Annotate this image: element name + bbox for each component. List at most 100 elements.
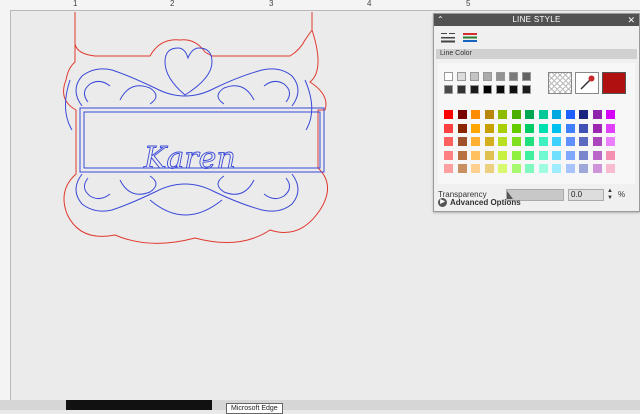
close-icon[interactable]: ✕: [627, 14, 635, 26]
gray-swatch[interactable]: [457, 85, 466, 94]
heart-outline: [164, 47, 213, 96]
color-swatch[interactable]: [471, 110, 480, 119]
color-swatch[interactable]: [538, 150, 548, 160]
gray-swatch[interactable]: [483, 85, 492, 94]
color-swatch[interactable]: [538, 110, 548, 119]
vertical-ruler: [0, 10, 11, 400]
color-swatch[interactable]: [592, 123, 602, 133]
gray-swatch[interactable]: [509, 72, 518, 81]
gray-swatch[interactable]: [444, 72, 453, 81]
color-swatch[interactable]: [444, 164, 453, 173]
color-swatch[interactable]: [484, 123, 494, 133]
color-swatch[interactable]: [444, 150, 453, 160]
ruler-mark: 1: [73, 0, 78, 8]
color-swatch[interactable]: [579, 137, 588, 146]
color-swatch[interactable]: [538, 137, 548, 146]
color-swatch[interactable]: [525, 123, 534, 133]
color-swatch[interactable]: [565, 164, 575, 173]
design-name-text[interactable]: Karen: [143, 141, 237, 177]
color-swatch[interactable]: [592, 110, 602, 119]
gray-swatch[interactable]: [457, 72, 466, 81]
gray-swatch[interactable]: [509, 85, 518, 94]
color-swatch[interactable]: [498, 164, 507, 173]
color-swatch[interactable]: [565, 123, 575, 133]
color-swatch[interactable]: [525, 150, 534, 160]
color-swatch[interactable]: [498, 123, 507, 133]
color-picker-button[interactable]: [575, 72, 599, 94]
color-swatch[interactable]: [552, 137, 561, 146]
color-swatch[interactable]: [579, 123, 588, 133]
color-swatch[interactable]: [457, 123, 467, 133]
color-swatch[interactable]: [606, 123, 615, 133]
color-swatch[interactable]: [444, 110, 453, 119]
color-swatch[interactable]: [471, 137, 480, 146]
gray-swatch[interactable]: [470, 85, 479, 94]
color-swatch[interactable]: [484, 164, 494, 173]
color-swatch[interactable]: [606, 150, 615, 160]
color-swatch[interactable]: [498, 110, 507, 119]
color-swatch[interactable]: [457, 137, 467, 146]
ornament-lines: [65, 47, 325, 216]
color-swatch[interactable]: [484, 110, 494, 119]
color-swatch[interactable]: [498, 137, 507, 146]
color-swatch[interactable]: [471, 123, 480, 133]
color-swatch[interactable]: [592, 164, 602, 173]
color-swatch[interactable]: [511, 150, 521, 160]
color-swatch[interactable]: [606, 137, 615, 146]
color-swatch[interactable]: [498, 150, 507, 160]
color-swatch[interactable]: [525, 137, 534, 146]
color-swatch[interactable]: [511, 137, 521, 146]
advanced-options-toggle[interactable]: ▶ Advanced Options: [438, 197, 635, 209]
color-swatch[interactable]: [444, 137, 453, 146]
advanced-options-label: Advanced Options: [450, 198, 521, 207]
color-swatch[interactable]: [565, 137, 575, 146]
stepper-up-icon[interactable]: ▲: [606, 188, 614, 195]
color-swatch[interactable]: [552, 150, 561, 160]
color-swatch[interactable]: [457, 110, 467, 119]
color-swatch[interactable]: [471, 150, 480, 160]
color-swatch[interactable]: [565, 150, 575, 160]
eyedropper-icon: [580, 75, 595, 90]
gray-swatch[interactable]: [522, 85, 531, 94]
line-color-tab-icon[interactable]: [462, 31, 478, 43]
color-swatch[interactable]: [606, 164, 615, 173]
color-swatch[interactable]: [471, 164, 480, 173]
color-swatch[interactable]: [457, 164, 467, 173]
color-swatch[interactable]: [511, 110, 521, 119]
color-swatch[interactable]: [538, 123, 548, 133]
taskbar-item[interactable]: [66, 400, 212, 410]
transparent-swatch[interactable]: [548, 72, 572, 94]
color-swatch[interactable]: [511, 164, 521, 173]
gray-swatch[interactable]: [522, 72, 531, 81]
gray-swatch[interactable]: [496, 72, 505, 81]
color-swatch[interactable]: [552, 164, 561, 173]
panel-header[interactable]: ⌃ LINE STYLE ✕: [434, 14, 639, 26]
color-swatch[interactable]: [484, 137, 494, 146]
gray-swatch[interactable]: [496, 85, 505, 94]
expand-icon: ▶: [438, 198, 447, 208]
gray-swatch[interactable]: [483, 72, 492, 81]
horizontal-ruler: 1 2 3 4 5: [0, 0, 640, 11]
color-swatch[interactable]: [592, 150, 602, 160]
color-swatch[interactable]: [565, 110, 575, 119]
color-swatch[interactable]: [525, 110, 534, 119]
color-swatch[interactable]: [592, 137, 602, 146]
color-swatch[interactable]: [538, 164, 548, 173]
cut-outline: [63, 12, 328, 244]
color-swatch[interactable]: [457, 150, 467, 160]
color-swatch[interactable]: [525, 164, 534, 173]
line-style-tab-icon[interactable]: [440, 31, 456, 43]
color-swatch[interactable]: [552, 123, 561, 133]
panel-title: LINE STYLE: [512, 15, 561, 24]
color-swatch[interactable]: [579, 164, 588, 173]
color-swatch[interactable]: [484, 150, 494, 160]
color-swatch[interactable]: [606, 110, 615, 119]
gray-swatch[interactable]: [444, 85, 453, 94]
color-swatch[interactable]: [444, 123, 453, 133]
color-swatch[interactable]: [511, 123, 521, 133]
color-palette: [438, 63, 635, 184]
color-swatch[interactable]: [579, 110, 588, 119]
gray-swatch[interactable]: [470, 72, 479, 81]
color-swatch[interactable]: [552, 110, 561, 119]
color-swatch[interactable]: [579, 150, 588, 160]
